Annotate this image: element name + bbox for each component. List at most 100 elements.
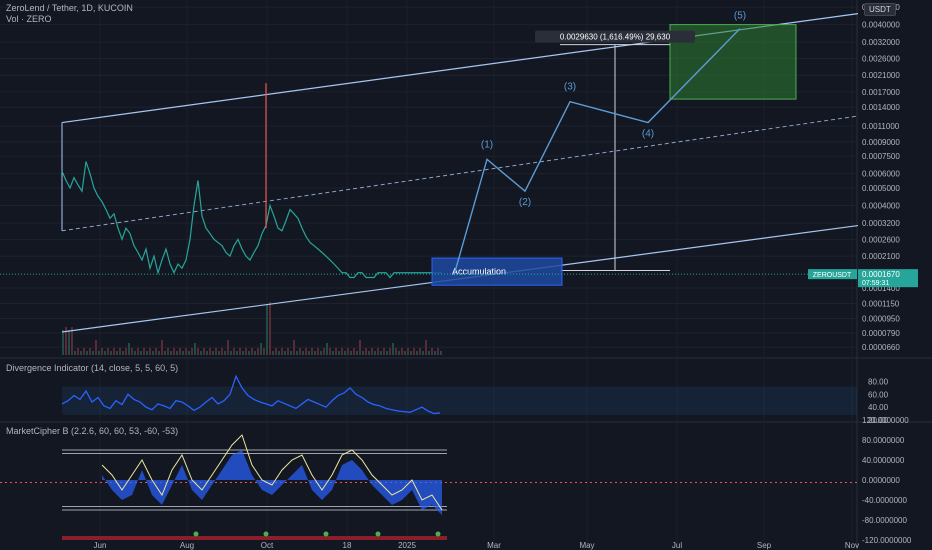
volume-bar bbox=[305, 348, 307, 355]
volume-bar bbox=[152, 351, 154, 355]
volume-bar bbox=[431, 348, 433, 355]
volume-bar bbox=[128, 343, 130, 355]
volume-bar bbox=[383, 348, 385, 355]
accumulation-label: Accumulation bbox=[452, 267, 506, 277]
volume-bar bbox=[293, 340, 295, 355]
price-tick-label: 0.0017000 bbox=[862, 88, 900, 97]
volume-bar bbox=[62, 330, 64, 355]
volume-bar bbox=[104, 351, 106, 355]
volume-bar bbox=[350, 351, 352, 355]
volume-bar bbox=[158, 351, 160, 355]
marketcipher-signal-dot bbox=[193, 531, 199, 537]
volume-bar bbox=[200, 351, 202, 355]
volume-bar bbox=[302, 351, 304, 355]
marketcipher-tick-label: -120.0000000 bbox=[862, 536, 912, 545]
marketcipher-tick-label: -80.0000000 bbox=[862, 516, 907, 525]
volume-bar bbox=[77, 348, 79, 355]
marketcipher-indicator-label[interactable]: MarketCipher B (2.2.6, 60, 60, 53, -60, … bbox=[6, 426, 178, 436]
volume-bar bbox=[263, 348, 265, 355]
divergence-tick-label: 80.00 bbox=[868, 377, 889, 386]
volume-bar bbox=[161, 340, 163, 355]
volume-bar bbox=[308, 351, 310, 355]
divergence-indicator-label[interactable]: Divergence Indicator (14, close, 5, 5, 6… bbox=[6, 363, 178, 373]
volume-bar bbox=[92, 351, 94, 355]
volume-bar bbox=[371, 348, 373, 355]
price-tick-label: 0.0040000 bbox=[862, 21, 900, 30]
volume-bar bbox=[326, 343, 328, 355]
volume-bar bbox=[146, 351, 148, 355]
marketcipher-tick-label: -40.0000000 bbox=[862, 496, 907, 505]
volume-bar bbox=[320, 351, 322, 355]
volume-bar bbox=[398, 351, 400, 355]
volume-bar bbox=[413, 348, 415, 355]
volume-bar bbox=[68, 330, 70, 355]
last-price-value: 0.0001670 bbox=[862, 270, 900, 279]
volume-bar bbox=[281, 348, 283, 355]
volume-bar bbox=[233, 348, 235, 355]
marketcipher-tick-label: 0.0000000 bbox=[862, 476, 900, 485]
volume-bar bbox=[269, 302, 271, 355]
volume-bar bbox=[83, 348, 85, 355]
volume-bar bbox=[89, 348, 91, 355]
last-symbol-label: ZEROUSDT bbox=[813, 272, 852, 279]
volume-bar bbox=[407, 348, 409, 355]
volume-bar bbox=[113, 348, 115, 355]
x-tick-label: Jul bbox=[672, 541, 682, 550]
volume-bar bbox=[212, 351, 214, 355]
price-tick-label: 0.0003200 bbox=[862, 219, 900, 228]
volume-bar bbox=[221, 348, 223, 355]
volume-bar bbox=[317, 348, 319, 355]
volume-bar bbox=[344, 351, 346, 355]
volume-bar bbox=[290, 351, 292, 355]
volume-bar bbox=[167, 348, 169, 355]
volume-bar bbox=[296, 351, 298, 355]
volume-bar bbox=[137, 348, 139, 355]
volume-bar bbox=[239, 348, 241, 355]
volume-bar bbox=[224, 351, 226, 355]
price-tick-label: 0.0032000 bbox=[862, 38, 900, 47]
volume-bar bbox=[368, 351, 370, 355]
marketcipher-tick-label: 120.0000000 bbox=[862, 416, 909, 425]
volume-bar bbox=[110, 351, 112, 355]
volume-bar bbox=[143, 348, 145, 355]
symbol-title: ZeroLend / Tether, 1D, KUCOIN bbox=[6, 3, 133, 13]
volume-bar bbox=[182, 351, 184, 355]
volume-bar bbox=[245, 348, 247, 355]
volume-bar bbox=[251, 348, 253, 355]
wave-label: (3) bbox=[564, 82, 576, 93]
volume-bar bbox=[278, 351, 280, 355]
volume-bar bbox=[107, 348, 109, 355]
price-tick-label: 0.0000950 bbox=[862, 314, 900, 323]
volume-bar bbox=[272, 351, 274, 355]
volume-bar bbox=[122, 351, 124, 355]
volume-bar bbox=[275, 348, 277, 355]
volume-bar bbox=[332, 351, 334, 355]
volume-bar bbox=[416, 351, 418, 355]
volume-bar bbox=[401, 348, 403, 355]
volume-bar bbox=[203, 348, 205, 355]
volume-bar bbox=[353, 348, 355, 355]
wave-label: (4) bbox=[642, 129, 654, 140]
marketcipher-wave1 bbox=[102, 450, 442, 515]
volume-bar bbox=[404, 351, 406, 355]
marketcipher-signal-dot bbox=[375, 531, 381, 537]
price-tick-label: 0.0001150 bbox=[862, 299, 900, 308]
volume-bar bbox=[80, 351, 82, 355]
currency-button[interactable]: USDT bbox=[864, 3, 896, 16]
x-tick-label: Aug bbox=[180, 541, 194, 550]
marketcipher-signal-dot bbox=[435, 531, 441, 537]
x-tick-label: Nov bbox=[845, 541, 859, 550]
marketcipher-bottom-band bbox=[62, 536, 447, 540]
volume-bar bbox=[170, 351, 172, 355]
volume-bar bbox=[356, 351, 358, 355]
volume-bar bbox=[425, 340, 427, 355]
price-tick-label: 0.0005000 bbox=[862, 184, 900, 193]
volume-bar bbox=[374, 351, 376, 355]
volume-bar bbox=[341, 348, 343, 355]
marketcipher-signal-dot bbox=[263, 531, 269, 537]
volume-bar bbox=[266, 305, 268, 355]
marketcipher-tick-label: 40.0000000 bbox=[862, 456, 905, 465]
volume-bar bbox=[347, 348, 349, 355]
price-tick-label: 0.0014000 bbox=[862, 103, 900, 112]
volume-bar bbox=[389, 348, 391, 355]
